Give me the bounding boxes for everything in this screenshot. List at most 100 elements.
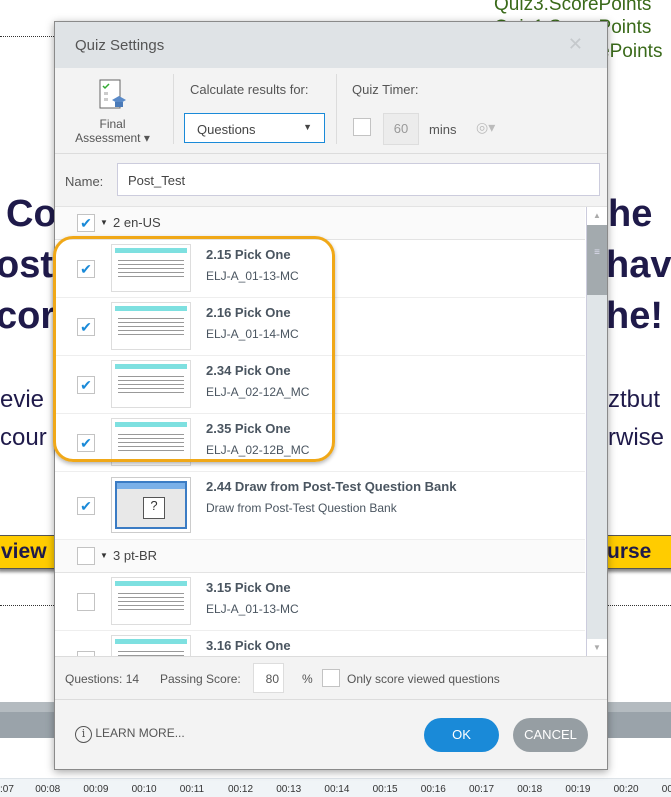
slide-text: evie: [0, 386, 45, 413]
slide-thumbnail: [111, 577, 191, 625]
calculate-value: Questions: [197, 122, 256, 137]
divider: [606, 605, 671, 606]
ok-button[interactable]: OK: [424, 718, 499, 752]
timeline-tick: 00:13: [276, 784, 302, 795]
slide-thumbnail: [111, 360, 191, 408]
group-label: 2 en-US: [113, 215, 161, 230]
stopwatch-icon[interactable]: ◎▾: [476, 119, 495, 136]
scroll-up-icon[interactable]: ▲: [587, 207, 607, 225]
timer-unit: mins: [429, 122, 457, 137]
quiz-type-label: Assessment ▾: [75, 131, 150, 145]
close-icon[interactable]: ✕: [568, 34, 583, 55]
question-checkbox[interactable]: ✔: [77, 376, 95, 394]
question-code: Draw from Post-Test Question Bank: [206, 501, 397, 515]
learn-more-label: LEARN MORE...: [95, 726, 185, 740]
question-checkbox[interactable]: ✔: [77, 318, 95, 336]
question-title: 2.16 Pick One: [206, 305, 291, 320]
expand-icon[interactable]: ▼: [100, 551, 108, 560]
question-item[interactable]: ✔ 2.35 Pick One ELJ-A_02-12B_MC: [55, 414, 585, 472]
question-title: 2.44 Draw from Post-Test Question Bank: [206, 479, 457, 494]
question-item[interactable]: ✔? 2.44 Draw from Post-Test Question Bank…: [55, 472, 585, 540]
timer-checkbox[interactable]: [353, 118, 371, 136]
question-checkbox[interactable]: ✔: [77, 497, 95, 515]
calculate-select[interactable]: Questions ▼: [184, 113, 325, 143]
question-checkbox[interactable]: ✔: [77, 434, 95, 452]
scroll-down-icon[interactable]: ▼: [587, 639, 607, 656]
group-label: 3 pt-BR: [113, 548, 158, 563]
timeline-ruler[interactable]: :07 00:08 00:09 00:10 00:11 00:12 00:13 00:14 00…: [0, 778, 671, 797]
question-title: 2.35 Pick One: [206, 421, 291, 436]
divider: [173, 74, 174, 144]
question-list: ▲ ≡ ▼ ✔ ▼ 2 en-US ✔ 2.15 Pick One ELJ-A_01-13…: [55, 206, 607, 656]
quiz-document-icon: [99, 79, 126, 109]
question-title: 3.15 Pick One: [206, 580, 291, 595]
group-header[interactable]: ✔ ▼ 2 en-US: [55, 207, 585, 240]
expand-icon[interactable]: ▼: [100, 218, 108, 227]
question-item[interactable]: 3.15 Pick One ELJ-A_01-13-MC: [55, 573, 585, 631]
slide-thumbnail: [111, 418, 191, 466]
question-checkbox[interactable]: [77, 593, 95, 611]
divider: [0, 36, 60, 37]
scrollbar-thumb[interactable]: ≡: [587, 225, 607, 295]
quiz-type-button[interactable]: Final Assessment ▾: [75, 78, 150, 145]
slide-heading: have: [606, 244, 671, 286]
name-input[interactable]: Post_Test: [117, 163, 600, 196]
question-title: 2.34 Pick One: [206, 363, 291, 378]
slide-thumbnail: [111, 302, 191, 350]
question-checkbox[interactable]: ✔: [77, 260, 95, 278]
group-checkbox[interactable]: [77, 547, 95, 565]
percent-label: %: [302, 672, 313, 686]
only-viewed-label: Only score viewed questions: [347, 672, 500, 686]
calculate-label: Calculate results for:: [190, 82, 309, 97]
question-code: ELJ-A_01-13-MC: [206, 602, 299, 616]
slide-heading: Co: [6, 193, 57, 235]
dialog-header: Quiz Settings ✕: [55, 22, 607, 68]
timeline-tick: :07: [0, 784, 14, 795]
dialog-title: Quiz Settings: [75, 37, 165, 54]
slide-thumbnail: [111, 635, 191, 656]
timeline-tick: 00:17: [469, 784, 495, 795]
question-item[interactable]: ✔ 2.16 Pick One ELJ-A_01-14-MC: [55, 298, 585, 356]
timeline-tick: 00:08: [35, 784, 61, 795]
timeline-tick: 00:10: [131, 784, 157, 795]
question-code: ELJ-A_01-14-MC: [206, 327, 299, 341]
question-item[interactable]: ✔ 2.15 Pick One ELJ-A_01-13-MC: [55, 240, 585, 298]
slide-heading: cor: [0, 295, 56, 337]
slide-text: rwise: [608, 424, 665, 451]
learn-more-link[interactable]: i LEARN MORE...: [75, 726, 185, 743]
question-title: 3.16 Pick One: [206, 638, 291, 653]
group-header[interactable]: ▼ 3 pt-BR: [55, 540, 585, 573]
timeline-tick: 00:15: [372, 784, 398, 795]
question-code: ELJ-A_01-13-MC: [206, 269, 299, 283]
divider: [336, 74, 337, 144]
info-icon: i: [75, 726, 92, 743]
question-code: ELJ-A_02-12A_MC: [206, 385, 310, 399]
cancel-button[interactable]: CANCEL: [513, 718, 588, 752]
timeline-tick: 00:12: [228, 784, 254, 795]
variable-text: Quiz3.ScorePoints: [494, 0, 652, 15]
timer-input[interactable]: 60: [383, 113, 419, 145]
course-button[interactable]: urse: [606, 535, 671, 569]
divider: [0, 605, 60, 606]
name-label: Name:: [65, 174, 104, 189]
chevron-down-icon: ▼: [303, 122, 312, 132]
timeline-tick: 00:18: [517, 784, 543, 795]
question-bank-icon: ?: [111, 477, 191, 533]
toolbar: Final Assessment ▾ Calculate results for…: [55, 68, 607, 154]
only-viewed-checkbox[interactable]: [322, 669, 340, 687]
passing-score-input[interactable]: 80: [253, 663, 284, 693]
timeline-tick: 00:09: [83, 784, 109, 795]
timeline-tick: 00:14: [324, 784, 350, 795]
slide-thumbnail: [111, 244, 191, 292]
group-checkbox[interactable]: ✔: [77, 214, 95, 232]
question-item[interactable]: 3.16 Pick OneELJ-A_01-14-MC: [55, 631, 585, 656]
review-button[interactable]: view: [0, 535, 58, 569]
question-item[interactable]: ✔ 2.34 Pick One ELJ-A_02-12A_MC: [55, 356, 585, 414]
quiz-summary-bar: Questions: 14 Passing Score: 80 % Only s…: [55, 656, 607, 700]
quiz-type-label: Final: [99, 117, 126, 131]
timeline-tick: 00: [661, 784, 671, 795]
slide-text: ztbut: [608, 386, 661, 413]
timeline-tick: 00:19: [565, 784, 591, 795]
question-code: ELJ-A_02-12B_MC: [206, 443, 310, 457]
scrollbar[interactable]: ▲ ≡ ▼: [586, 207, 607, 656]
